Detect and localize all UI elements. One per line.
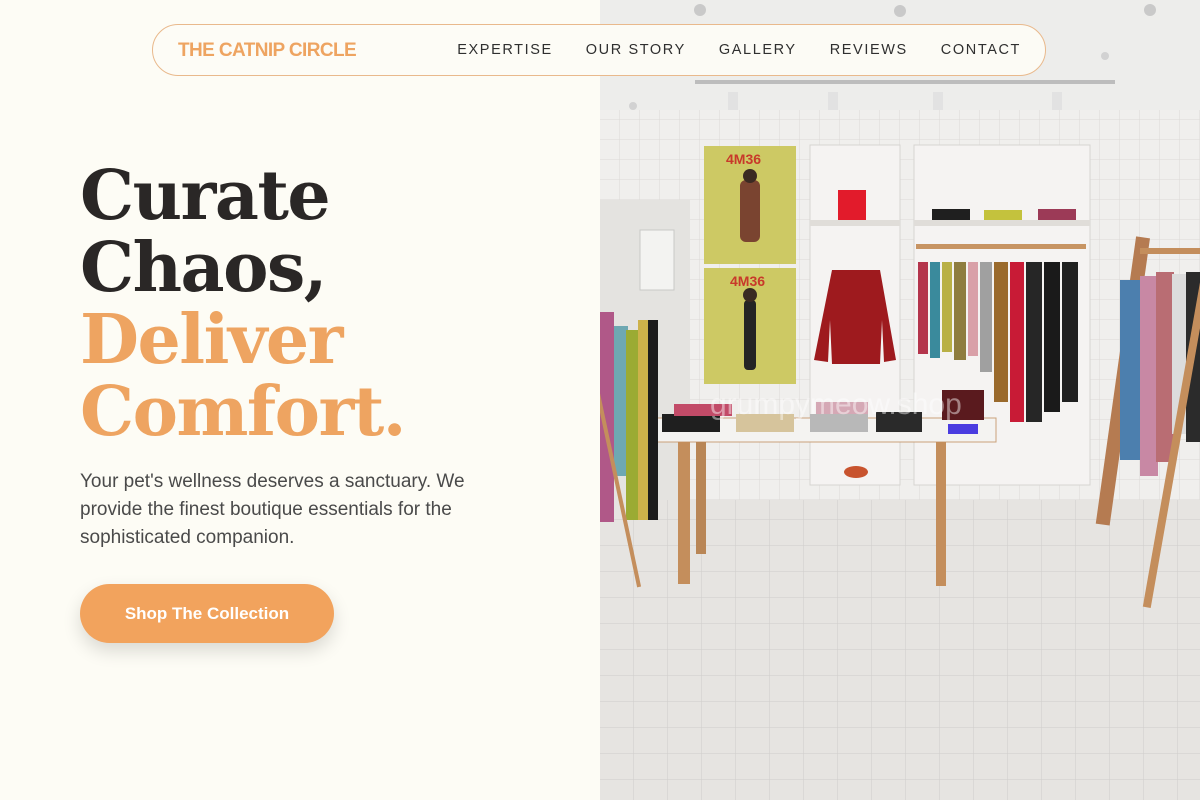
- nav-link-gallery[interactable]: GALLERY: [719, 42, 797, 58]
- headline-line-4: Comfort.: [80, 372, 406, 452]
- nav-link-contact[interactable]: CONTACT: [941, 42, 1021, 58]
- headline-line-2: Chaos,: [80, 228, 327, 308]
- nav-link-reviews[interactable]: REVIEWS: [830, 42, 908, 58]
- hero-subtitle: Your pet's wellness deserves a sanctuary…: [80, 471, 465, 548]
- nav-link-our-story[interactable]: OUR STORY: [586, 42, 686, 58]
- headline-line-1: Curate: [80, 156, 331, 236]
- brand-logo[interactable]: THE CATNIP CIRCLE: [178, 40, 357, 62]
- hero-headline: Curate Chaos, Deliver Comfort.: [80, 156, 406, 452]
- nav-link-expertise[interactable]: EXPERTISE: [457, 42, 553, 58]
- hero-panel: Curate Chaos, Deliver Comfort. Your pet'…: [0, 0, 600, 800]
- nav-links: EXPERTISE OUR STORY GALLERY REVIEWS CONT…: [457, 42, 1021, 58]
- svg-text:4M36: 4M36: [730, 273, 765, 289]
- watermark-text: grumpymeow.shop: [710, 388, 962, 421]
- store-photo: 4M36 4M36 grumpymeow.shop: [600, 0, 1200, 800]
- headline-line-3: Deliver: [80, 300, 343, 380]
- top-navigation: THE CATNIP CIRCLE EXPERTISE OUR STORY GA…: [152, 24, 1046, 76]
- store-interior-illustration: 4M36 4M36 grumpymeow.shop: [600, 0, 1200, 800]
- shop-collection-button[interactable]: Shop The Collection: [80, 584, 334, 643]
- svg-text:4M36: 4M36: [726, 151, 761, 167]
